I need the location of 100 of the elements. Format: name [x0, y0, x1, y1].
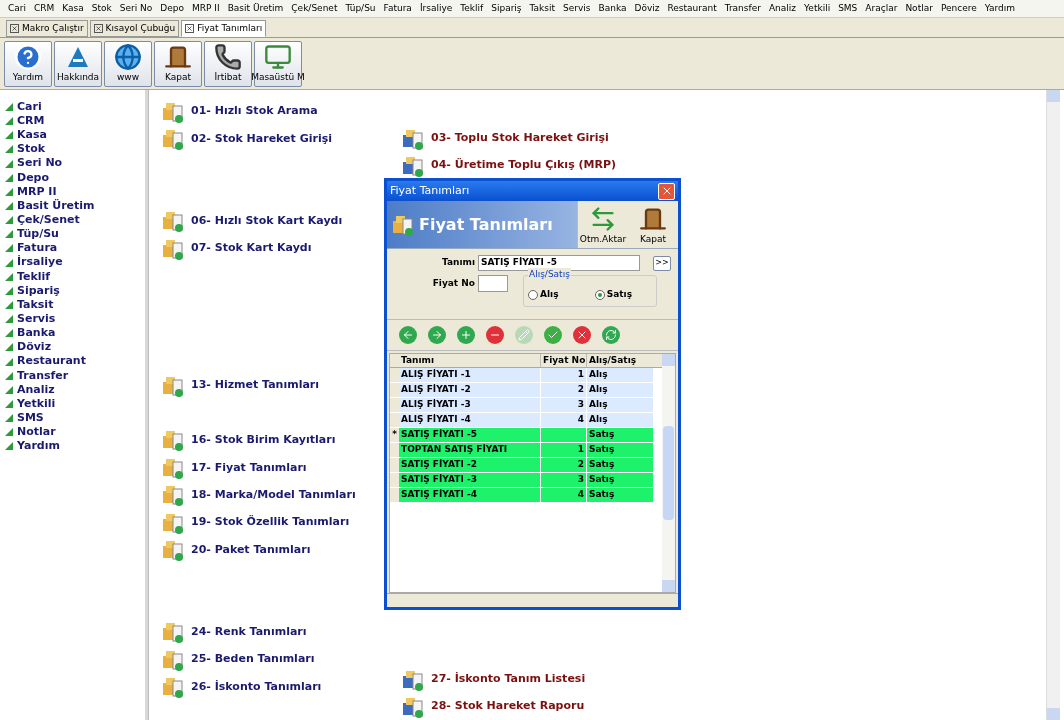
shortcut-link[interactable]: 24- Renk Tanımları	[191, 623, 307, 641]
grid-row[interactable]: SATIŞ FİYATI -3 3 Satış	[399, 473, 653, 487]
menu-item[interactable]: İrsaliye	[415, 1, 457, 16]
menu-item[interactable]: Cari	[4, 1, 30, 16]
sidebar-item[interactable]: Stok	[17, 141, 46, 158]
tab[interactable]: Makro Çalıştır	[6, 20, 88, 37]
shortcut-link[interactable]: 20- Paket Tanımları	[191, 541, 311, 559]
menu-item[interactable]: Basit Üretim	[223, 1, 288, 16]
menu-item[interactable]: MRP II	[188, 1, 224, 16]
grid-row[interactable]: ALIŞ FİYATI -2 2 Alış	[399, 383, 653, 397]
menu-item[interactable]: Teklif	[456, 1, 488, 16]
shortcut-link[interactable]: 26- İskonto Tanımları	[191, 678, 322, 696]
header-button[interactable]: Kapat	[628, 201, 678, 248]
menu-item[interactable]: Stok	[87, 1, 116, 16]
shortcut-link[interactable]: 19- Stok Özellik Tanımları	[191, 514, 350, 531]
close-icon[interactable]	[10, 24, 19, 33]
sidebar-item[interactable]: Seri No	[17, 155, 63, 172]
grid-row[interactable]: ALIŞ FİYATI -3 3 Alış	[399, 398, 653, 412]
menu-item[interactable]: Yetkili	[800, 1, 835, 16]
lookup-button[interactable]: >>	[653, 255, 671, 271]
sidebar-item[interactable]: Yardım	[17, 438, 60, 455]
header-button[interactable]: Otm.Aktar	[578, 201, 628, 248]
shortcut-link[interactable]: 06- Hızlı Stok Kart Kaydı	[191, 213, 343, 230]
sidebar-item[interactable]: Notlar	[17, 424, 56, 441]
toolbar-button[interactable]: Masaüstü M	[254, 40, 302, 87]
row-header[interactable]: *	[390, 428, 399, 442]
menu-item[interactable]: Çek/Senet	[287, 1, 342, 16]
grid-row[interactable]: SATIŞ FİYATI -5 Satış	[399, 428, 653, 442]
grid-row[interactable]: ALIŞ FİYATI -4 4 Alış	[399, 413, 653, 427]
add-button[interactable]	[457, 326, 475, 344]
sidebar-item[interactable]: Transfer	[17, 367, 69, 384]
toolbar-button[interactable]: Yardım	[4, 40, 52, 87]
input-field[interactable]	[478, 275, 508, 292]
sidebar-item[interactable]: Döviz	[17, 339, 52, 356]
tab[interactable]: Kısayol Çubuğu	[89, 20, 180, 37]
menu-item[interactable]: Yardım	[980, 1, 1020, 16]
sidebar-item[interactable]: İrsaliye	[17, 254, 63, 271]
menu-item[interactable]: Döviz	[630, 1, 664, 16]
menu-item[interactable]: Sipariş	[487, 1, 526, 16]
grid-row[interactable]: SATIŞ FİYATI -4 4 Satış	[399, 488, 653, 502]
shortcut-link[interactable]: 28- Stok Hareket Raporu	[431, 698, 585, 715]
scrollbar[interactable]	[662, 354, 675, 592]
menu-item[interactable]: Notlar	[901, 1, 937, 16]
toolbar-button[interactable]: Hakkında	[54, 40, 102, 87]
shortcut-link[interactable]: 07- Stok Kart Kaydı	[191, 240, 312, 257]
remove-button[interactable]	[486, 326, 504, 344]
close-icon[interactable]	[93, 24, 103, 33]
toolbar-button[interactable]: Kapat	[154, 40, 202, 87]
cancel-button[interactable]	[573, 326, 591, 344]
close-icon[interactable]	[185, 24, 195, 33]
radio-option[interactable]: Satış	[594, 288, 632, 302]
menu-item[interactable]: SMS	[834, 1, 862, 16]
radio-option[interactable]: Alış	[528, 288, 559, 302]
menu-item[interactable]: Taksit	[525, 1, 559, 16]
sidebar-item[interactable]: Teklif	[17, 268, 51, 285]
forward-button[interactable]	[428, 326, 446, 344]
input-field[interactable]: SATIŞ FİYATI -5	[478, 255, 640, 271]
tab[interactable]: Fiyat Tanımları	[181, 20, 267, 37]
confirm-button[interactable]	[544, 326, 562, 344]
shortcut-link[interactable]: 17- Fiyat Tanımları	[191, 459, 307, 476]
sidebar-item[interactable]: Tüp/Su	[17, 226, 59, 243]
menu-item[interactable]: Banka	[594, 1, 631, 16]
column-header[interactable]: Fiyat No	[541, 354, 587, 367]
sidebar-item[interactable]: Restaurant	[17, 353, 86, 370]
grid-row[interactable]: ALIŞ FİYATI -1 1 Alış	[399, 368, 653, 382]
sidebar-item[interactable]: Kasa	[17, 127, 47, 144]
shortcut-link[interactable]: 04- Üretime Toplu Çıkış (MRP)	[431, 157, 617, 174]
menu-item[interactable]: Pencere	[936, 1, 981, 16]
column-header[interactable]: Alış/Satış	[587, 354, 653, 367]
edit-button[interactable]	[515, 326, 533, 344]
grid-row[interactable]: SATIŞ FİYATI -2 2 Satış	[399, 458, 653, 472]
refresh-button[interactable]	[602, 326, 620, 344]
sidebar-item[interactable]: Depo	[17, 169, 50, 187]
menu-item[interactable]: Kasa	[58, 1, 88, 16]
menu-item[interactable]: Tüp/Su	[341, 1, 380, 16]
column-header[interactable]: Tanımı	[399, 354, 541, 367]
sidebar-item[interactable]: Fatura	[17, 240, 58, 257]
menu-item[interactable]: Restaurant	[663, 1, 721, 16]
shortcut-link[interactable]: 02- Stok Hareket Girişi	[191, 130, 332, 148]
close-button[interactable]	[658, 182, 675, 200]
menu-item[interactable]: Analiz	[764, 1, 801, 16]
shortcut-link[interactable]: 18- Marka/Model Tanımları	[191, 486, 356, 504]
scrollbar[interactable]	[1046, 90, 1060, 720]
grid-row[interactable]: TOPTAN SATIŞ FİYATI 1 Satış	[399, 443, 653, 457]
toolbar-button[interactable]: www	[104, 40, 152, 87]
shortcut-link[interactable]: 03- Toplu Stok Hareket Girişi	[431, 130, 609, 147]
shortcut-link[interactable]: 13- Hizmet Tanımları	[191, 377, 320, 394]
shortcut-link[interactable]: 16- Stok Birim Kayıtları	[191, 432, 336, 449]
menu-item[interactable]: Seri No	[115, 1, 157, 16]
menu-item[interactable]: Araçlar	[861, 1, 902, 16]
menu-item[interactable]: Servis	[559, 1, 595, 16]
menu-item[interactable]: Fatura	[379, 1, 416, 16]
shortcut-link[interactable]: 25- Beden Tanımları	[191, 651, 315, 668]
toolbar-button[interactable]: İrtibat	[204, 40, 252, 87]
shortcut-link[interactable]: 01- Hızlı Stok Arama	[191, 103, 318, 120]
sidebar-item[interactable]: Banka	[17, 325, 56, 342]
menu-item[interactable]: CRM	[30, 1, 59, 16]
shortcut-link[interactable]: 27- İskonto Tanım Listesi	[431, 671, 586, 688]
menu-item[interactable]: Depo	[156, 1, 188, 16]
menu-item[interactable]: Transfer	[720, 1, 765, 16]
